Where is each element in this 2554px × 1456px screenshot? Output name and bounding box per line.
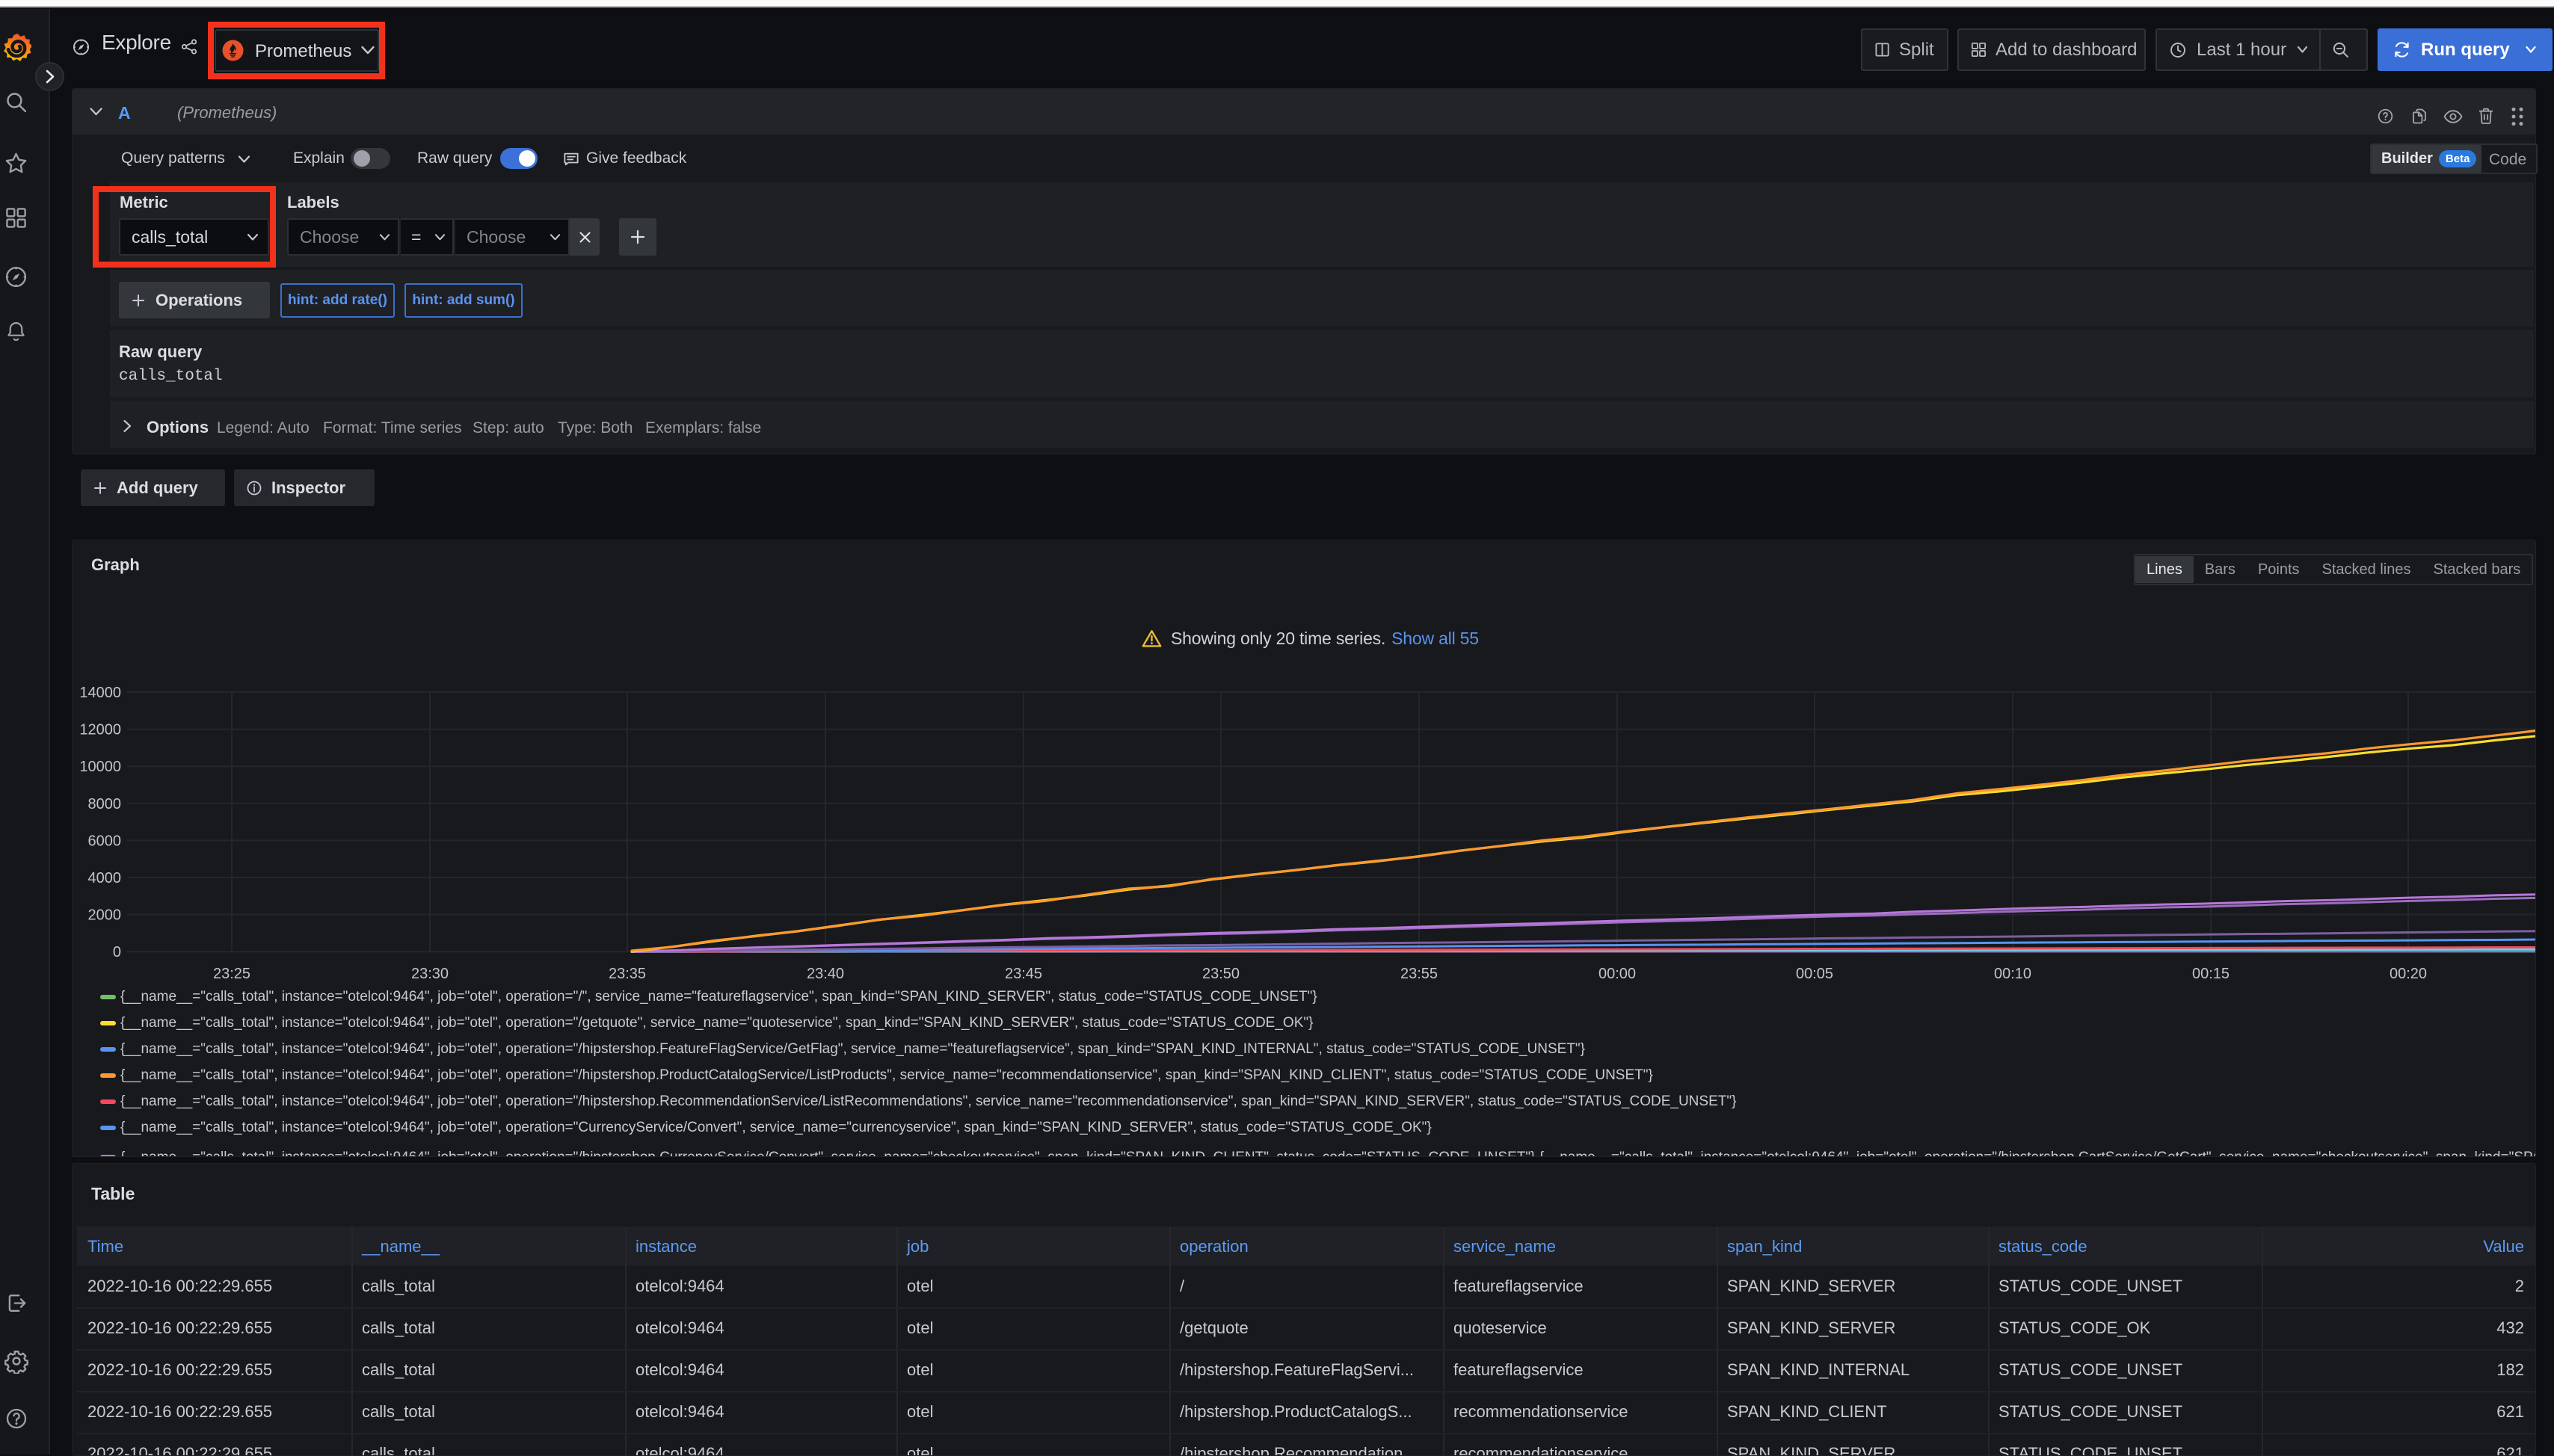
svg-text:14000: 14000 bbox=[79, 685, 121, 701]
svg-text:23:50: 23:50 bbox=[1202, 966, 1240, 982]
svg-text:00:10: 00:10 bbox=[1994, 966, 2031, 982]
svg-text:23:25: 23:25 bbox=[213, 966, 250, 982]
svg-text:00:20: 00:20 bbox=[2390, 966, 2427, 982]
svg-text:0: 0 bbox=[113, 944, 121, 960]
svg-text:23:45: 23:45 bbox=[1005, 966, 1042, 982]
svg-text:00:05: 00:05 bbox=[1796, 966, 1833, 982]
svg-text:6000: 6000 bbox=[88, 833, 122, 849]
svg-text:23:35: 23:35 bbox=[609, 966, 646, 982]
svg-text:23:55: 23:55 bbox=[1400, 966, 1438, 982]
svg-text:00:15: 00:15 bbox=[2192, 966, 2230, 982]
svg-text:23:40: 23:40 bbox=[807, 966, 844, 982]
svg-text:12000: 12000 bbox=[79, 722, 121, 738]
svg-text:4000: 4000 bbox=[88, 870, 122, 886]
svg-text:2000: 2000 bbox=[88, 907, 122, 924]
svg-text:10000: 10000 bbox=[79, 759, 121, 775]
svg-text:23:30: 23:30 bbox=[411, 966, 449, 982]
svg-text:8000: 8000 bbox=[88, 796, 122, 812]
svg-text:00:00: 00:00 bbox=[1598, 966, 1636, 982]
